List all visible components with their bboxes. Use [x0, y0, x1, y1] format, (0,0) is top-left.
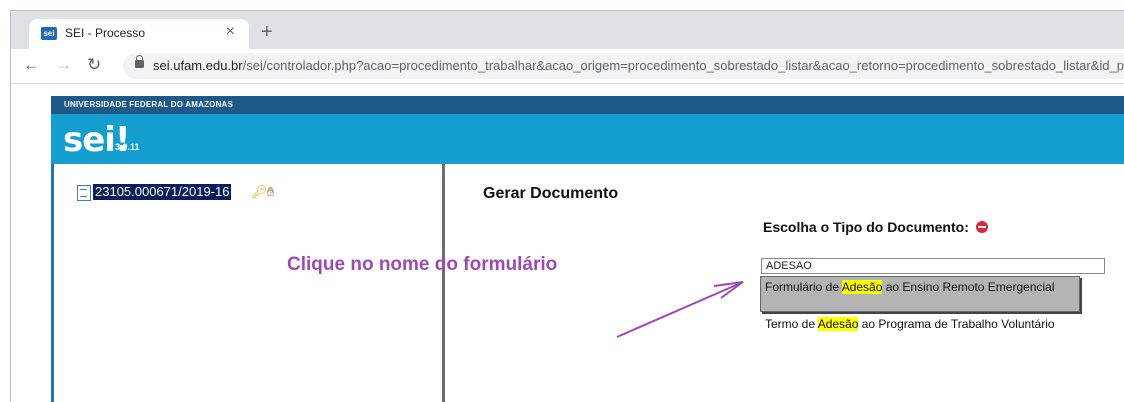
browser-window: sei SEI - Processo × + ← → ↻ sei.ufam.ed… — [10, 10, 1124, 402]
annotation-text: Clique no nome do formulário — [287, 254, 558, 275]
annotation-arrow — [616, 281, 744, 338]
